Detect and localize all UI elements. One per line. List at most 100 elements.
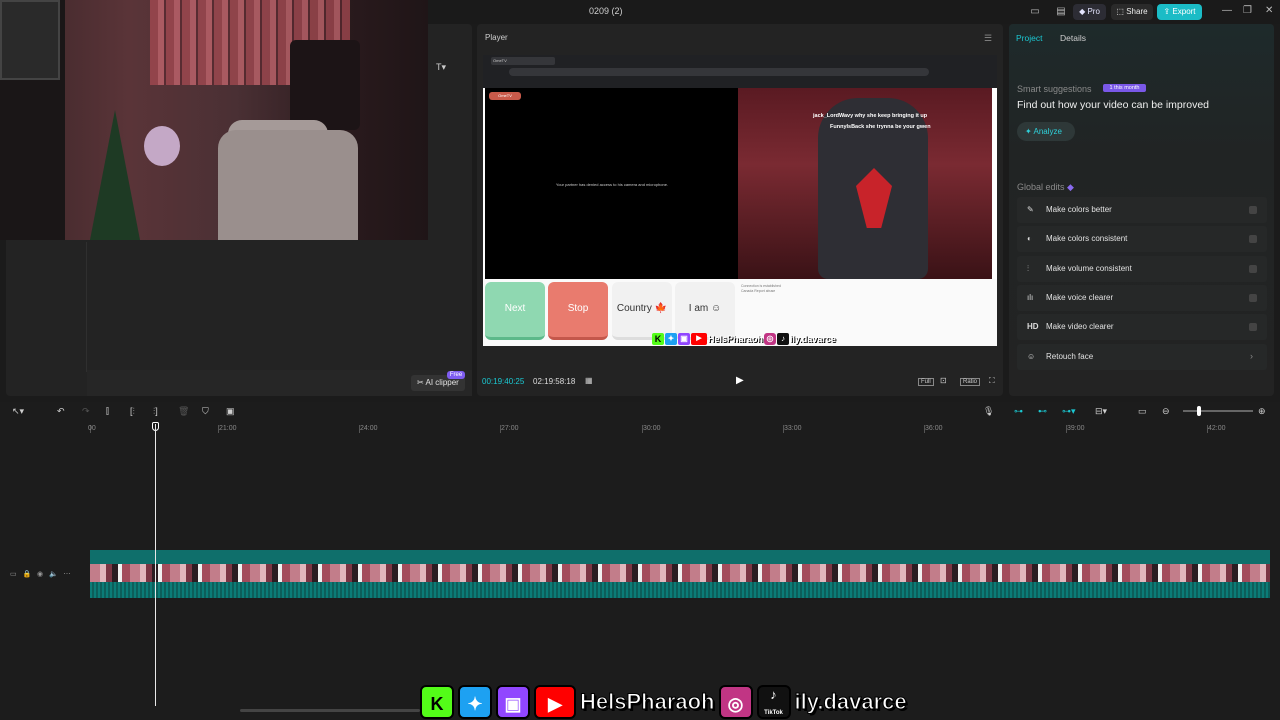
- video-clip-header[interactable]: [90, 550, 1270, 564]
- play-icon[interactable]: ▶: [736, 375, 744, 386]
- toggle-switch[interactable]: [1249, 323, 1257, 331]
- ruler-label: 42:00: [1208, 425, 1226, 432]
- edit-label: Retouch face: [1046, 352, 1094, 361]
- shield-icon[interactable]: ⛉: [202, 406, 209, 417]
- twitter-icon-small: ✦: [665, 332, 677, 345]
- video-clip-waveform[interactable]: [90, 582, 1270, 598]
- layout-icon[interactable]: ▭: [1028, 5, 1042, 18]
- undo-icon[interactable]: ↶: [57, 406, 65, 417]
- delete-icon[interactable]: 🗑: [178, 406, 189, 417]
- eye-icon[interactable]: ◉: [37, 571, 43, 578]
- edit-label: Make voice clearer: [1046, 293, 1114, 302]
- face-icon: ☺: [1027, 352, 1036, 361]
- zoom-out-icon[interactable]: ⊖: [1162, 406, 1170, 417]
- link-icon[interactable]: ⊶: [1014, 406, 1023, 417]
- handle-large-1: HelsPharaoh: [580, 689, 715, 715]
- country-label: Country: [616, 303, 652, 314]
- edit-colors-better[interactable]: ✎ Make colors better: [1017, 197, 1267, 223]
- full-button[interactable]: Full: [918, 378, 934, 386]
- panel-divider: [86, 242, 87, 372]
- preview-axis-icon[interactable]: ⊟▾: [1095, 406, 1107, 417]
- handle-large-2: ily.davarce: [794, 689, 907, 715]
- toggle-switch[interactable]: [1249, 206, 1257, 214]
- split-right-icon[interactable]: ⫶]: [153, 406, 158, 417]
- timeline-scrollbar[interactable]: [240, 709, 420, 712]
- video-left-pane: OmeTV Your partner has denied access to …: [485, 88, 739, 279]
- playhead[interactable]: [155, 424, 156, 706]
- toggle-switch[interactable]: [1249, 265, 1257, 273]
- ruler-label: 39:00: [1067, 425, 1085, 432]
- minimize-icon[interactable]: —: [1222, 5, 1232, 16]
- share-button[interactable]: ⬚ Share: [1111, 4, 1153, 20]
- chat-line-2: FunnyIsBack she trynna be your gwen: [830, 124, 931, 130]
- lock-icon[interactable]: 🔒: [22, 571, 31, 578]
- project-title: 0209 (2): [589, 6, 623, 16]
- toggle-switch[interactable]: [1249, 235, 1257, 243]
- handle-small-2: ily.davarce: [790, 333, 836, 344]
- track-controls: ▭ 🔒 ◉ 🔈 ⋯: [10, 570, 71, 578]
- ruler-label: 36:00: [925, 425, 943, 432]
- player-menu-icon[interactable]: ☰: [984, 33, 992, 44]
- webcam-poster: [0, 0, 60, 80]
- text-format-icon[interactable]: T▾: [436, 62, 446, 73]
- ratio-button[interactable]: Ratio: [960, 378, 981, 386]
- pro-button[interactable]: ◆ Pro: [1073, 4, 1106, 20]
- cover-icon[interactable]: ▭: [10, 571, 17, 578]
- browser-bar: OmeTV: [483, 55, 997, 88]
- waveform-toggle-icon[interactable]: ▦: [585, 376, 593, 385]
- split-icon[interactable]: ⫿: [106, 406, 109, 417]
- stop-button[interactable]: Stop: [548, 282, 608, 340]
- sliders-icon: ⫶: [1027, 264, 1029, 273]
- smart-suggestions-badge: 1 this month: [1103, 84, 1146, 92]
- browser-tab: OmeTV: [491, 57, 555, 65]
- next-button[interactable]: Next: [485, 282, 545, 340]
- edit-label: Make volume consistent: [1046, 264, 1132, 273]
- global-edits-text: Global edits: [1017, 182, 1065, 192]
- close-icon[interactable]: ✕: [1265, 5, 1273, 16]
- webcam-overlay: [0, 0, 428, 240]
- edit-video-clearer[interactable]: HD Make video clearer: [1017, 314, 1267, 340]
- twitch-icon-small: ▣: [678, 332, 690, 345]
- audio-icon[interactable]: 🔈: [49, 571, 58, 578]
- video-clip-thumbnails[interactable]: [90, 564, 1270, 582]
- webcam-dark-object: [290, 40, 360, 130]
- image-edit-icon[interactable]: ▣: [226, 406, 235, 417]
- zoom-slider-knob[interactable]: [1197, 406, 1201, 416]
- split-left-icon[interactable]: [⫶: [130, 406, 135, 417]
- video-preview[interactable]: OmeTV OmeTV Your partner has denied acce…: [483, 55, 997, 346]
- tab-project[interactable]: Project: [1016, 33, 1042, 43]
- smart-suggestions-desc: Find out how your video can be improved: [1017, 99, 1210, 111]
- edit-label: Make colors consistent: [1046, 234, 1128, 243]
- edit-voice-clearer[interactable]: ılı Make voice clearer: [1017, 285, 1267, 311]
- video-right-pane: jack_LordWavy why she keep bringing it u…: [738, 88, 992, 279]
- analyze-label: Analyze: [1033, 127, 1062, 136]
- tab-details[interactable]: Details: [1060, 33, 1086, 43]
- connection-status: Connection is established Canada Report …: [741, 284, 781, 294]
- fullscreen-icon[interactable]: ⛶: [989, 376, 995, 386]
- select-tool-icon[interactable]: ↖▾: [12, 406, 24, 417]
- ruler-label: 24:00: [360, 425, 378, 432]
- current-time: 00:19:40:25: [482, 377, 525, 386]
- magnet-icon[interactable]: ⊷: [1038, 406, 1047, 417]
- keyboard-icon[interactable]: ▤: [1054, 5, 1068, 18]
- share-label: Share: [1126, 7, 1148, 16]
- instagram-icon-small: ◎: [764, 332, 777, 345]
- edit-volume-consistent[interactable]: ⫶ Make volume consistent: [1017, 256, 1267, 282]
- crop-icon[interactable]: ⊡: [940, 376, 947, 385]
- export-button[interactable]: ⇪ Export: [1157, 4, 1202, 20]
- toggle-switch[interactable]: [1249, 294, 1257, 302]
- restore-icon[interactable]: ❐: [1243, 5, 1252, 16]
- caption-icon[interactable]: ▭: [1138, 406, 1147, 417]
- more-icon[interactable]: ⋯: [64, 571, 71, 578]
- microphone-icon[interactable]: 🎙: [983, 406, 994, 417]
- zoom-slider[interactable]: [1183, 410, 1253, 412]
- redo-icon[interactable]: ↷: [82, 406, 90, 417]
- diamond-icon: ◆: [1067, 182, 1074, 192]
- zoom-in-icon[interactable]: ⊕: [1258, 406, 1266, 417]
- snap-icon[interactable]: ⊶▾: [1062, 406, 1076, 417]
- ai-clipper-label: AI clipper: [425, 378, 459, 387]
- tiktok-icon-small: ♪: [777, 332, 790, 345]
- analyze-button[interactable]: ✦ Analyze: [1017, 122, 1075, 141]
- edit-colors-consistent[interactable]: ◐ Make colors consistent: [1017, 226, 1267, 252]
- edit-retouch-face[interactable]: ☺ Retouch face ›: [1017, 344, 1267, 370]
